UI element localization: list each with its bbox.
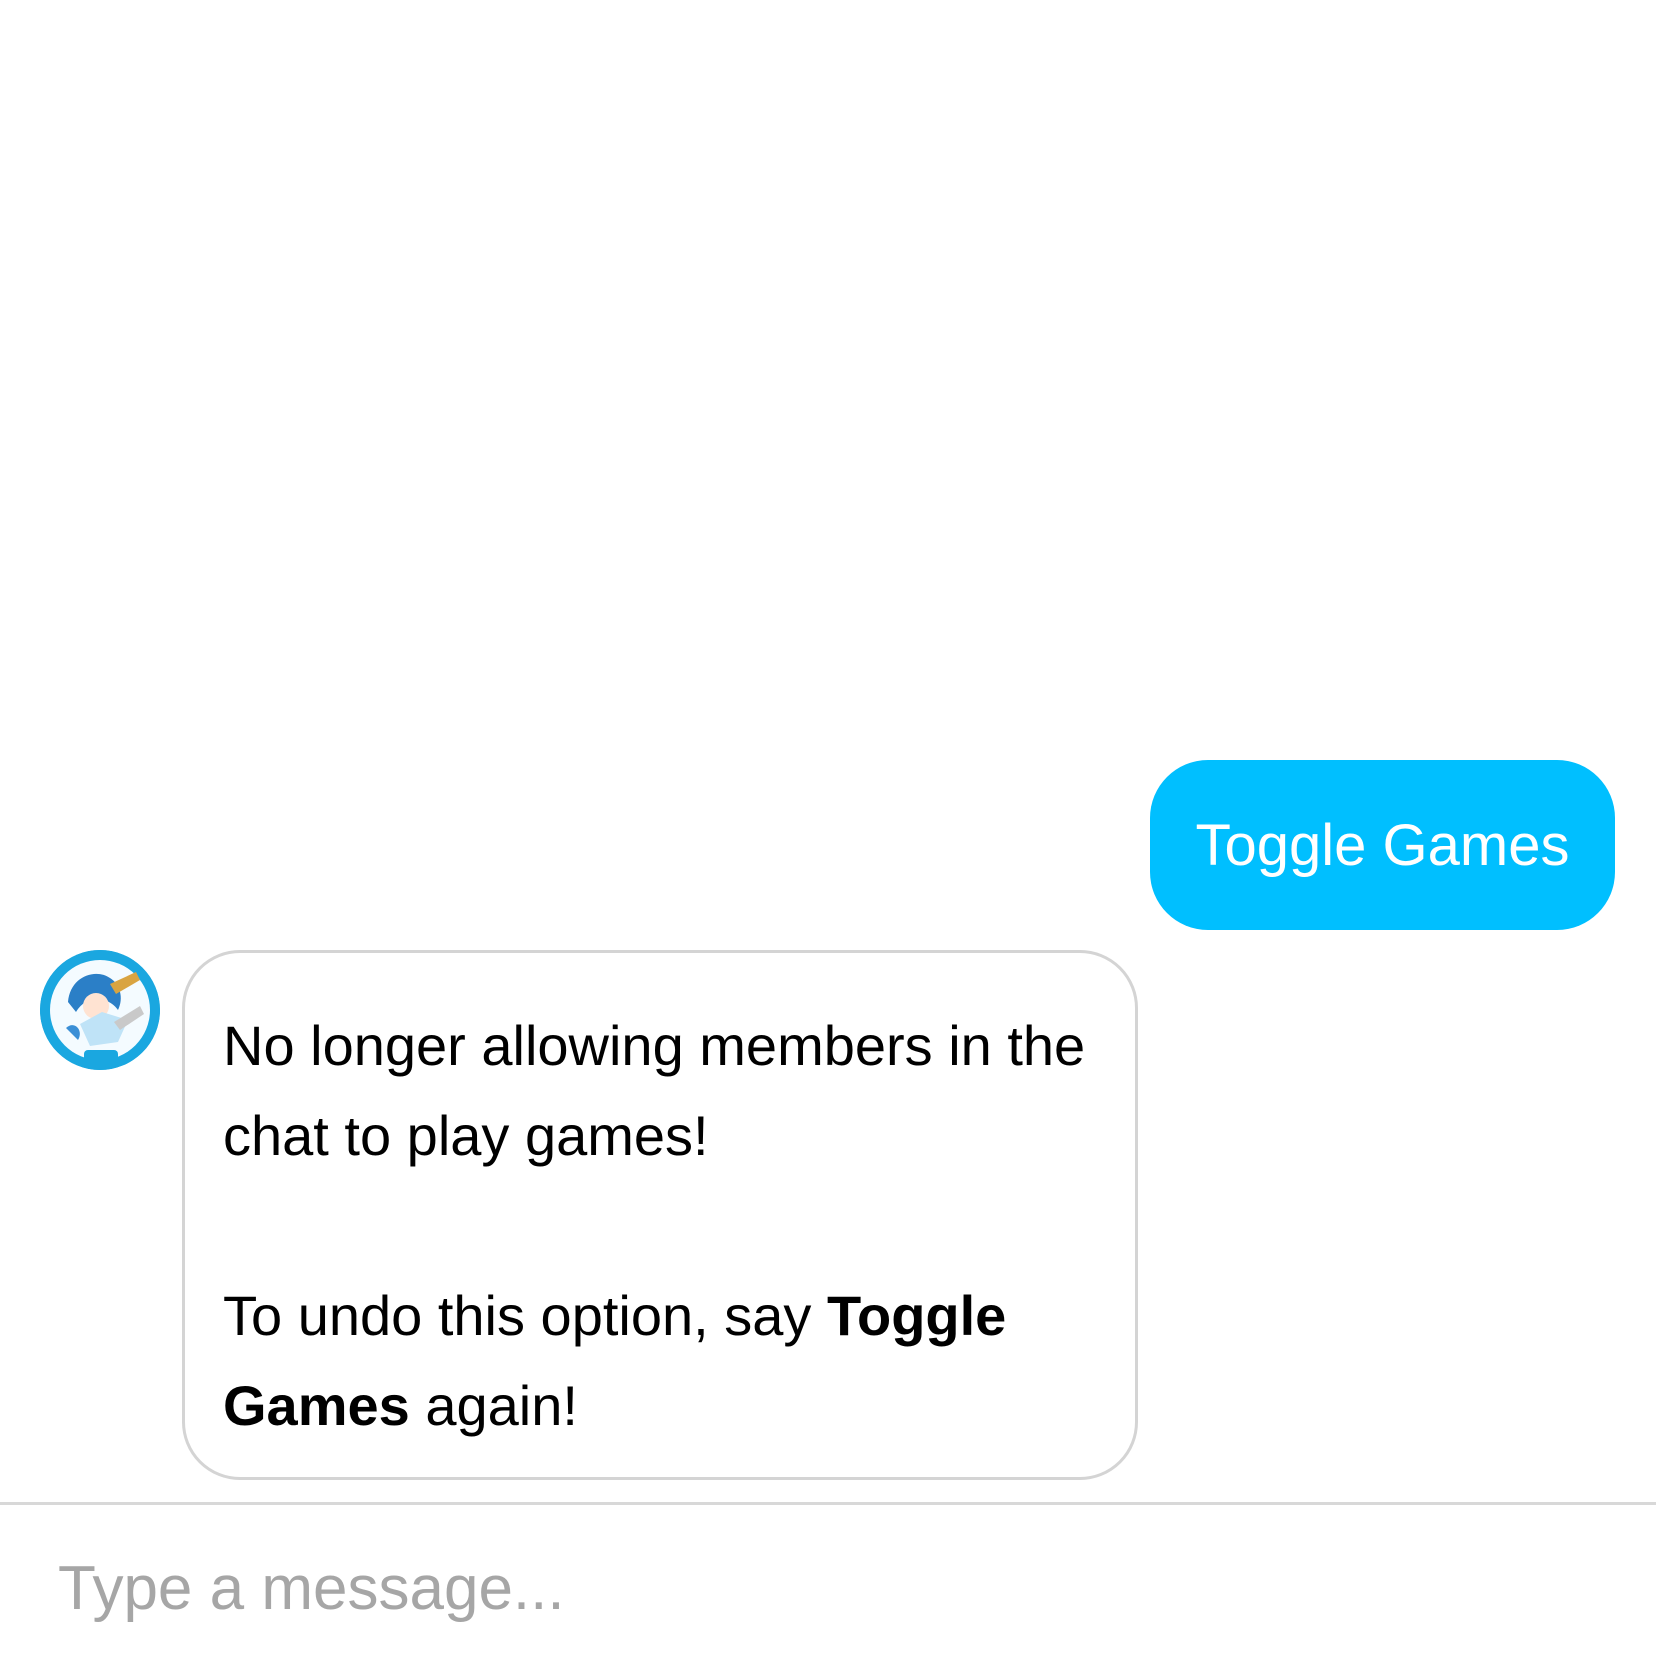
chat-message-area: Toggle Games No longer allowing members …	[0, 0, 1656, 1500]
bot-message-gap	[223, 1181, 1099, 1271]
bot-message-line-1: No longer allowing members in the chat t…	[223, 1014, 1086, 1167]
bot-message-bubble: No longer allowing members in the chat t…	[182, 950, 1138, 1480]
user-message-text: Toggle Games	[1195, 812, 1570, 878]
user-message-bubble: Toggle Games	[1150, 760, 1615, 930]
bot-message-line-2-suffix: again!	[409, 1374, 578, 1437]
navi-avatar-icon	[40, 950, 160, 1070]
message-input[interactable]	[58, 1533, 1598, 1643]
bot-message-line-2: To undo this option, say Toggle Games ag…	[223, 1271, 1099, 1451]
message-composer	[0, 1502, 1656, 1664]
bot-message-line-2-prefix: To undo this option, say	[223, 1284, 827, 1347]
